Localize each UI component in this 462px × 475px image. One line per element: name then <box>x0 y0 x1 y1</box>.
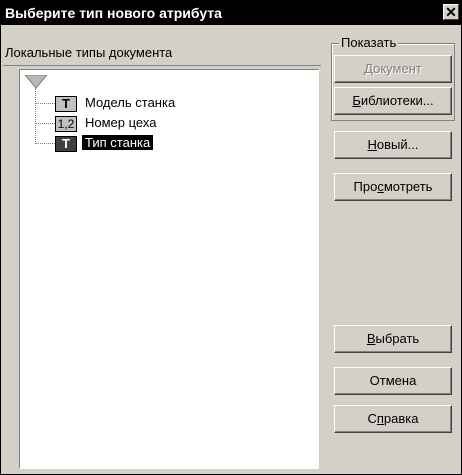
show-group-label: Показать <box>339 35 399 50</box>
libraries-button[interactable]: Библиотеки... <box>334 87 452 115</box>
new-button[interactable]: Новый... <box>334 131 452 159</box>
new-button-hotkey: Н <box>367 137 377 152</box>
view-button-label: мотреть <box>383 179 433 194</box>
tree-item-label: Модель станка <box>85 95 176 110</box>
number-type-icon: 1,2 <box>55 116 77 132</box>
select-button[interactable]: Выбрать <box>334 325 452 353</box>
tree-item-label: Номер цеха <box>85 115 157 130</box>
tree-connector <box>35 103 55 104</box>
text-type-icon: T <box>55 96 77 112</box>
help-button-hotkey: п <box>376 411 384 426</box>
document-button-hotkey: Д <box>364 61 374 76</box>
text-type-icon: T <box>55 136 77 152</box>
cancel-button-label: Отмена <box>369 373 417 388</box>
cancel-button[interactable]: Отмена <box>334 367 452 395</box>
document-button-label: окумент <box>373 61 422 76</box>
list-label: Локальные типы документа <box>5 45 173 60</box>
view-button[interactable]: Просмотреть <box>334 173 452 201</box>
window-title: Выберите тип нового атрибута <box>5 5 222 21</box>
tree-connector <box>35 143 55 144</box>
libraries-button-label: иблиотеки... <box>360 93 434 108</box>
new-button-label: овый... <box>376 137 419 152</box>
document-button[interactable]: Документ <box>334 55 452 83</box>
tree-connector-vertical <box>35 88 36 142</box>
types-tree[interactable]: T Модель станка 1,2 Номер цеха T Тип ста… <box>19 69 319 469</box>
root-triangle-icon[interactable] <box>25 75 47 89</box>
close-button[interactable]: ✕ <box>443 4 459 20</box>
help-button[interactable]: Справка <box>334 405 452 433</box>
tree-connector <box>35 123 55 124</box>
help-button-label: равка <box>383 411 419 426</box>
close-icon: ✕ <box>445 4 457 20</box>
title-bar[interactable]: Выберите тип нового атрибута ✕ <box>1 1 461 25</box>
help-button-label-pre: С <box>367 411 377 426</box>
tree-item-label: Тип станка <box>82 135 154 150</box>
libraries-button-hotkey: Б <box>352 93 361 108</box>
dialog-window: Выберите тип нового атрибута ✕ Локальные… <box>0 0 462 475</box>
select-button-label: ыбрать <box>375 331 420 346</box>
list-header-divider <box>3 65 321 66</box>
view-button-label-pre: Про <box>353 179 378 194</box>
